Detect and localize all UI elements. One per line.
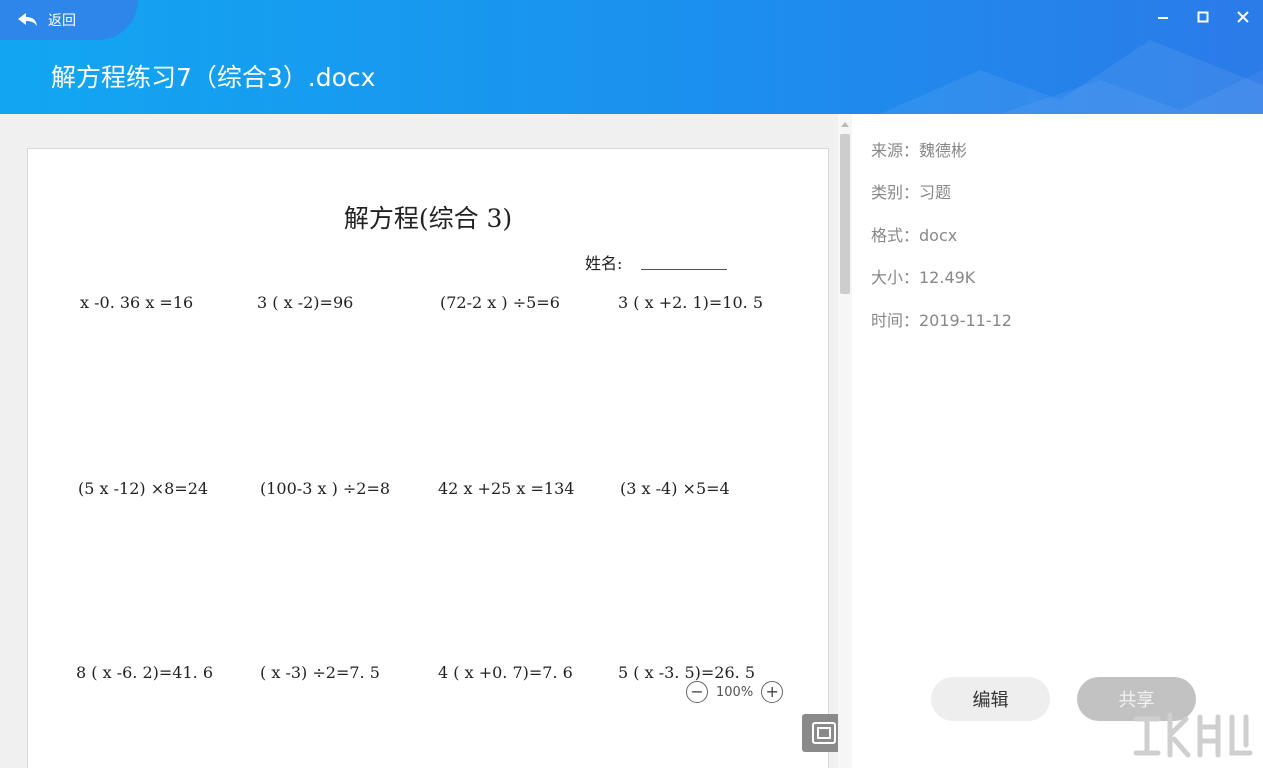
- equation: 4 ( x +0. 7)=7. 6: [438, 663, 573, 682]
- name-underline: [641, 269, 727, 270]
- viewer-scrollbar[interactable]: [838, 114, 852, 768]
- equation: (3 x -4) ×5=4: [620, 479, 730, 498]
- close-icon: [1237, 11, 1249, 23]
- back-button[interactable]: 返回: [0, 0, 138, 40]
- equation: 5 ( x -3. 5)=26. 5: [618, 663, 755, 682]
- zoom-level: 100%: [716, 684, 754, 700]
- info-size: 大小：12.49K: [871, 268, 976, 287]
- document-page: 解方程(综合 3) 姓名: x -0. 36 x =16 3 ( x -2)=9…: [27, 148, 829, 768]
- scroll-up-arrow-icon[interactable]: [841, 122, 849, 127]
- equation: 3 ( x -2)=96: [257, 293, 354, 312]
- equation: (72-2 x ) ÷5=6: [440, 293, 560, 312]
- close-button[interactable]: [1223, 0, 1263, 34]
- info-time: 时间：2019-11-12: [871, 311, 1012, 330]
- equation: (100-3 x ) ÷2=8: [260, 479, 391, 498]
- equation: 8 ( x -6. 2)=41. 6: [76, 663, 213, 682]
- info-category: 类别：习题: [871, 183, 952, 202]
- back-arrow-icon: [18, 13, 37, 26]
- window-controls: [1143, 0, 1263, 34]
- title-bar: 返回 解方程练习7（综合3）.docx: [0, 0, 1263, 114]
- minimize-icon: [1158, 17, 1168, 19]
- equation: x -0. 36 x =16: [80, 293, 194, 312]
- header-decoration: [880, 40, 1263, 114]
- maximize-button[interactable]: [1183, 0, 1223, 34]
- info-format: 格式：docx: [871, 226, 958, 245]
- back-label: 返回: [48, 13, 76, 29]
- zoom-controls: − 100% +: [686, 681, 784, 703]
- fit-screen-icon: [812, 722, 836, 744]
- name-label: 姓名:: [585, 254, 623, 273]
- minimize-button[interactable]: [1143, 0, 1183, 34]
- equation: 3 ( x +2. 1)=10. 5: [618, 293, 763, 312]
- scroll-thumb[interactable]: [840, 134, 850, 294]
- watermark-logo: [1133, 712, 1253, 758]
- document-title: 解方程练习7（综合3）.docx: [51, 63, 376, 92]
- maximize-icon: [1197, 11, 1209, 23]
- equation: (5 x -12) ×8=24: [78, 479, 209, 498]
- info-source: 来源：魏德彬: [871, 141, 968, 160]
- equation: ( x -3) ÷2=7. 5: [260, 663, 380, 682]
- document-viewer[interactable]: 解方程(综合 3) 姓名: x -0. 36 x =16 3 ( x -2)=9…: [0, 114, 838, 768]
- fit-screen-button[interactable]: [802, 714, 838, 752]
- zoom-out-button[interactable]: −: [686, 681, 708, 703]
- file-info-panel: 来源：魏德彬 类别：习题 格式：docx 大小：12.49K 时间：2019-1…: [852, 114, 1263, 768]
- equation: 42 x +25 x =134: [438, 479, 575, 498]
- edit-button[interactable]: 编辑: [931, 677, 1050, 721]
- document-heading: 解方程(综合 3): [343, 204, 513, 233]
- zoom-in-button[interactable]: +: [761, 681, 784, 703]
